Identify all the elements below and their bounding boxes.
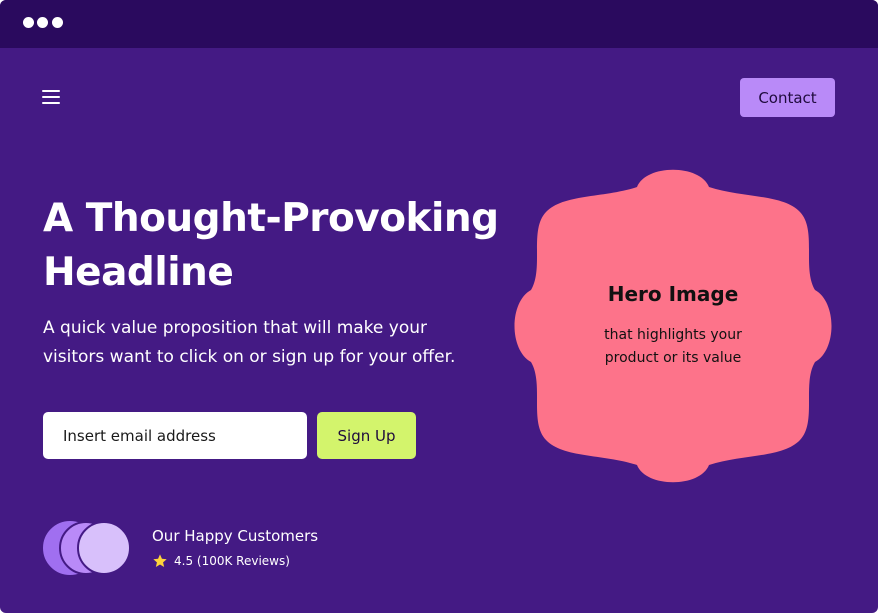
hero-headline: A Thought-Provoking Headline [43,196,499,295]
hero-image-title: Hero Image [607,282,739,306]
customer-avatars [43,521,135,577]
browser-window: Contact A Thought-Provoking Headline A q… [0,0,878,613]
hero-subheadline: A quick value proposition that will make… [43,318,456,367]
hamburger-menu-icon[interactable] [42,89,62,106]
signup-button[interactable]: Sign Up [317,412,416,459]
window-titlebar [0,0,878,48]
menu-bar [42,90,60,92]
customers-title: Our Happy Customers [152,527,319,545]
rating: 4.5 (100K Reviews) [152,553,290,569]
window-control-dot[interactable] [23,17,34,28]
window-control-dot[interactable] [37,17,48,28]
window-control-dot[interactable] [52,17,63,28]
rating-text: 4.5 (100K Reviews) [174,554,290,568]
menu-bar [42,102,60,104]
hero-image-caption: that highlights your product or its valu… [604,327,742,366]
hero-image: Hero Image that highlights your product … [511,164,835,488]
star-icon [153,554,167,567]
email-input[interactable] [43,412,307,459]
avatar [77,521,131,575]
contact-button[interactable]: Contact [740,78,835,117]
menu-bar [42,96,60,98]
